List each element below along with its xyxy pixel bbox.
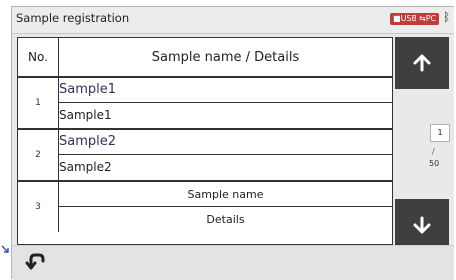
sample-name-value: Sample2 [59, 134, 117, 149]
sample-name-field[interactable]: Sample name [59, 182, 392, 207]
details-value: Sample2 [59, 160, 112, 174]
sample-name-placeholder: Sample name [187, 188, 264, 201]
sample-table: No. Sample name / Details 1 Sample1 Samp… [17, 37, 393, 245]
row-number: 2 [18, 130, 59, 180]
table-row[interactable]: 1 Sample1 Sample1 [18, 78, 392, 130]
details-value: Sample1 [59, 108, 112, 122]
scroll-down-button[interactable] [395, 199, 449, 251]
return-icon [25, 253, 45, 270]
details-field[interactable]: Sample1 [59, 103, 392, 127]
arrow-up-icon [413, 54, 431, 72]
bottom-toolbar [12, 245, 454, 280]
total-pages: 50 [429, 159, 440, 168]
row-number: 1 [18, 78, 59, 128]
column-header-no: No. [18, 38, 59, 78]
sample-name-field[interactable]: Sample2 [59, 130, 392, 155]
details-placeholder: Details [206, 213, 245, 226]
sample-name-field[interactable]: Sample1 [59, 78, 392, 103]
arrow-down-icon [413, 216, 431, 234]
device-screen: Sample registration ■USB ⇆PC ᛒ No. Sampl… [11, 6, 454, 280]
back-button[interactable] [20, 249, 50, 273]
sample-name-value: Sample1 [59, 82, 117, 97]
pc-status-badge: ⇆PC [416, 13, 440, 25]
table-row[interactable]: 3 Sample name Details [18, 182, 392, 232]
details-field[interactable]: Sample2 [59, 155, 392, 179]
page-separator: / [432, 147, 435, 156]
details-field[interactable]: Details [59, 207, 392, 231]
column-header-name: Sample name / Details [59, 38, 392, 78]
scroll-up-button[interactable] [395, 37, 449, 89]
current-page-field[interactable]: 1 [430, 124, 450, 142]
title-bar: Sample registration ■USB ⇆PC ᛒ [12, 7, 454, 34]
page-title: Sample registration [16, 11, 130, 25]
table-row[interactable]: 2 Sample2 Sample2 [18, 130, 392, 182]
row-number: 3 [18, 182, 59, 232]
bluetooth-icon: ᛒ [443, 10, 451, 24]
